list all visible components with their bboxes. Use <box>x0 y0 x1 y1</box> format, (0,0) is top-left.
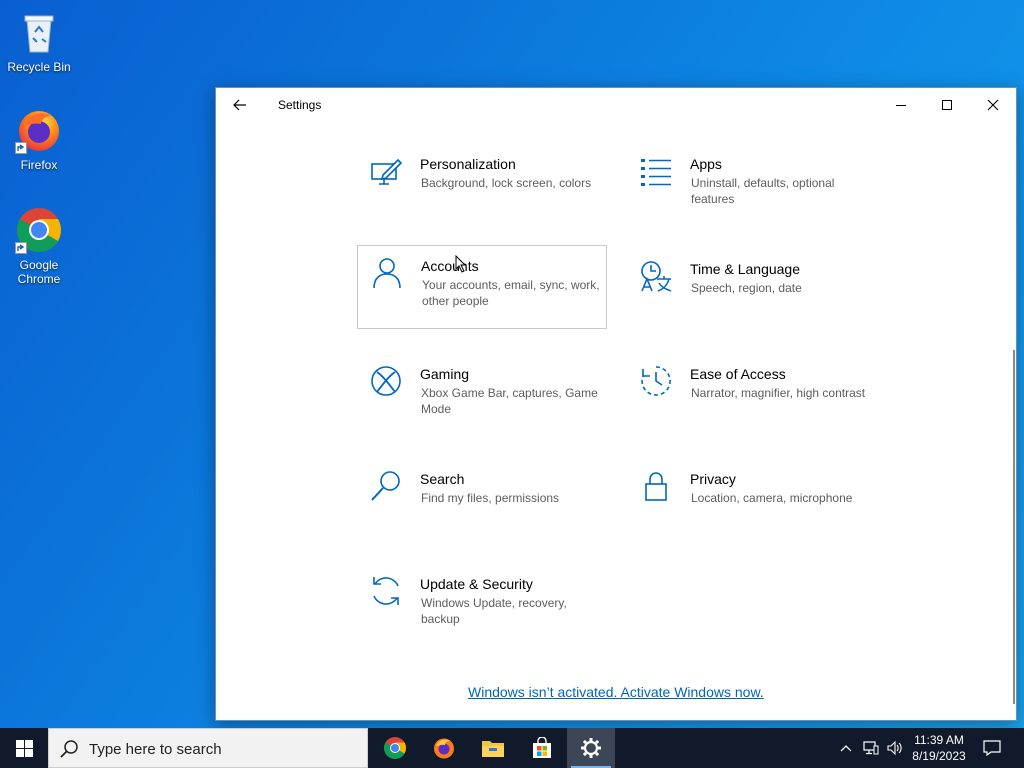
taskbar: Type here to search 11:39 AM 8/19/2023 <box>0 728 1024 768</box>
tile-update-security[interactable]: Update & Security Windows Update, recove… <box>357 564 607 648</box>
tray-chevron[interactable] <box>836 728 856 768</box>
lock-icon <box>645 472 667 501</box>
taskbar-firefox[interactable] <box>420 728 468 768</box>
taskbar-file-explorer[interactable] <box>469 728 517 768</box>
desktop-icon-label: Google Chrome <box>17 258 61 286</box>
tile-description: Your accounts, email, sync, work, other … <box>422 278 600 308</box>
tile-time-language[interactable]: Time & Language Speech, region, date <box>627 249 877 333</box>
tile-description: Speech, region, date <box>691 281 802 295</box>
tile-description: Narrator, magnifier, high contrast <box>691 386 866 400</box>
tile-description: Xbox Game Bar, captures, Game Mode <box>421 386 598 416</box>
search-placeholder: Type here to search <box>89 741 222 758</box>
ease-of-access-icon <box>641 366 671 396</box>
close-icon <box>987 99 999 110</box>
tile-search[interactable]: Search Find my files, permissions <box>357 459 607 543</box>
tile-description: Uninstall, defaults, optional features <box>691 176 835 206</box>
chevron-up-icon <box>840 745 852 752</box>
accounts-icon <box>373 258 401 289</box>
tile-description: Windows Update, recovery, backup <box>421 596 567 626</box>
maximize-icon <box>942 99 952 110</box>
personalization-icon <box>371 158 403 185</box>
close-button[interactable] <box>970 88 1016 121</box>
tile-name: Time & Language <box>690 261 800 277</box>
notification-center-button[interactable] <box>978 728 1006 768</box>
start-button[interactable] <box>0 728 48 768</box>
scrollbar[interactable] <box>1013 350 1015 704</box>
tile-name: Update & Security <box>420 576 533 592</box>
desktop-icon-chrome[interactable]: Google Chrome <box>4 206 74 286</box>
title-bar[interactable]: Settings <box>216 88 1016 121</box>
tile-privacy[interactable]: Privacy Location, camera, microphone <box>627 459 877 543</box>
desktop-icon-firefox[interactable]: Firefox <box>4 106 74 172</box>
tile-name: Personalization <box>420 156 516 172</box>
shortcut-arrow-icon <box>15 142 27 154</box>
desktop-icon-label: Firefox <box>20 158 58 172</box>
tile-description: Location, camera, microphone <box>691 491 853 505</box>
tile-name: Gaming <box>420 366 470 382</box>
time-language-icon <box>641 261 672 292</box>
back-button[interactable] <box>226 94 254 116</box>
update-icon <box>373 577 399 605</box>
minimize-icon <box>896 104 906 106</box>
tile-personalization[interactable]: Personalization Background, lock screen,… <box>357 144 607 228</box>
tile-ease-of-access[interactable]: Ease of Access Narrator, magnifier, high… <box>627 354 877 438</box>
taskbar-settings[interactable] <box>567 728 615 768</box>
desktop-icon-recycle-bin[interactable]: Recycle Bin <box>4 8 74 74</box>
tile-description: Background, lock screen, colors <box>421 176 592 190</box>
xbox-icon <box>371 366 401 396</box>
settings-window: Settings Personalization Background, loc… <box>215 87 1017 721</box>
clock-time: 11:39 AM <box>914 733 964 747</box>
file-explorer-icon <box>482 741 504 757</box>
settings-gear-icon <box>581 738 601 758</box>
tile-gaming[interactable]: Gaming Xbox Game Bar, captures, Game Mod… <box>357 354 607 438</box>
apps-icon <box>641 159 671 186</box>
tile-name: Ease of Access <box>690 366 786 382</box>
tile-accounts[interactable]: Accounts Your accounts, email, sync, wor… <box>357 245 607 329</box>
chrome-icon <box>15 206 63 254</box>
notification-icon <box>983 740 1001 756</box>
network-icon <box>863 741 879 755</box>
recycle-bin-icon <box>15 8 63 56</box>
window-title: Settings <box>278 98 322 112</box>
store-icon <box>533 737 551 758</box>
desktop-icon-label: Recycle Bin <box>7 60 71 74</box>
tile-name: Search <box>420 471 465 487</box>
tile-apps[interactable]: Apps Uninstall, defaults, optional featu… <box>627 144 877 228</box>
tray-network[interactable] <box>860 728 882 768</box>
search-icon <box>60 740 78 758</box>
mouse-cursor-icon <box>455 255 467 273</box>
tile-name: Apps <box>690 156 722 172</box>
tile-name: Privacy <box>690 471 736 487</box>
back-arrow-icon <box>233 99 246 111</box>
taskbar-search-box[interactable]: Type here to search <box>48 728 368 768</box>
shortcut-arrow-icon <box>15 242 27 254</box>
taskbar-chrome[interactable] <box>371 728 419 768</box>
clock-date: 8/19/2023 <box>912 749 966 763</box>
chrome-icon <box>384 737 406 759</box>
tile-name: Accounts <box>421 258 479 274</box>
search-icon <box>371 471 400 501</box>
tile-description: Find my files, permissions <box>421 491 560 505</box>
taskbar-store[interactable] <box>518 728 566 768</box>
taskbar-clock[interactable]: 11:39 AM 8/19/2023 <box>906 732 972 764</box>
minimize-button[interactable] <box>878 88 924 121</box>
firefox-icon <box>434 738 454 759</box>
tray-volume[interactable] <box>884 728 906 768</box>
activate-windows-link[interactable]: Windows isn’t activated. Activate Window… <box>468 684 764 700</box>
firefox-icon <box>15 106 63 154</box>
volume-icon <box>887 741 902 755</box>
maximize-button[interactable] <box>924 88 970 121</box>
windows-logo-icon <box>15 739 33 757</box>
